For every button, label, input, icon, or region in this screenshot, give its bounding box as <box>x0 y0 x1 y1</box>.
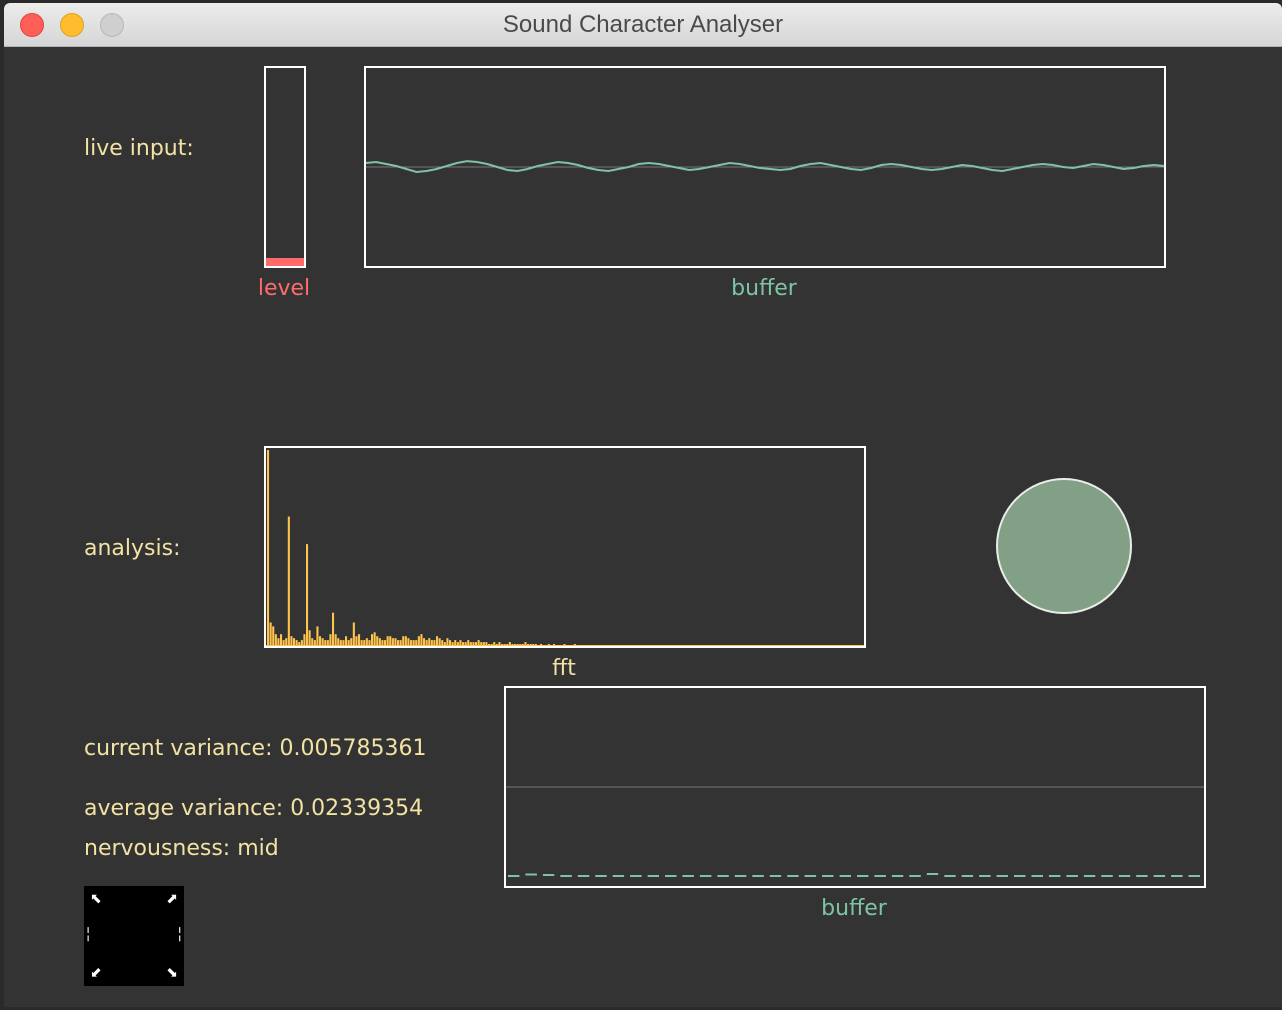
fft-bar <box>272 626 275 646</box>
fft-bar <box>285 638 288 646</box>
nervousness-row: nervousness: mid <box>84 836 279 861</box>
nervousness-value: mid <box>237 836 279 861</box>
fft-bar <box>277 638 280 646</box>
fft-bar <box>417 636 420 646</box>
fft-bar <box>376 636 379 646</box>
level-meter-fill <box>266 258 304 266</box>
level-label: level <box>257 276 311 301</box>
fft-bar <box>311 638 314 646</box>
arrow-e-icon: ╎ <box>175 927 184 943</box>
fft-bar <box>402 636 405 646</box>
app-window: Sound Character Analyser live input: lev… <box>4 3 1282 1007</box>
variance-history-plot <box>506 786 1204 877</box>
fft-bar <box>303 634 306 646</box>
fft-bar <box>358 634 361 646</box>
window-title: Sound Character Analyser <box>502 11 784 38</box>
current-variance-label: current variance: <box>84 736 273 761</box>
fft-bar <box>337 638 340 646</box>
buffer-label: buffer <box>731 276 797 301</box>
fft-bar <box>345 636 348 646</box>
fft-bar <box>371 634 374 646</box>
fft-bar <box>287 516 290 646</box>
level-meter <box>264 66 306 268</box>
fft-bar <box>423 638 426 646</box>
fft-bar <box>306 544 309 646</box>
average-variance-label: average variance: <box>84 796 284 821</box>
average-variance-row: average variance: 0.02339354 <box>84 796 423 821</box>
fft-bar <box>436 636 439 646</box>
fft-bar <box>280 634 283 646</box>
live-input-label: live input: <box>84 136 194 161</box>
nervousness-label: nervousness: <box>84 836 231 861</box>
fft-bar <box>332 612 335 646</box>
fft-spectrum <box>266 450 864 646</box>
fft-bar <box>352 622 355 646</box>
fft-bar <box>319 636 322 646</box>
arrow-se-icon: ⬊ <box>166 965 178 981</box>
fft-bar <box>365 638 368 646</box>
fft-bar <box>420 634 423 646</box>
fft-bar <box>407 638 410 646</box>
fft-label: fft <box>552 656 576 681</box>
buffer-waveform <box>365 160 1165 174</box>
character-indicator-circle <box>996 478 1132 614</box>
history-buffer-label: buffer <box>821 896 887 921</box>
fft-bar <box>355 636 358 646</box>
fft-bar <box>329 634 332 646</box>
fft-bar <box>267 450 270 646</box>
arrow-sw-icon: ⬋ <box>90 965 102 981</box>
fft-bar <box>373 632 376 646</box>
fft-bar <box>391 638 394 646</box>
variance-history-panel <box>504 686 1206 888</box>
fft-bar <box>293 638 296 646</box>
fft-bar <box>428 638 431 646</box>
fft-bar <box>334 634 337 646</box>
current-variance-value: 0.005785361 <box>279 736 427 761</box>
average-variance-value: 0.02339354 <box>290 796 424 821</box>
fft-bar <box>321 638 324 646</box>
current-variance-row: current variance: 0.005785361 <box>84 736 426 761</box>
arrow-ne-icon: ⬈ <box>166 891 178 907</box>
title-bar[interactable]: Sound Character Analyser <box>4 3 1282 47</box>
fft-panel <box>264 446 866 648</box>
analysis-label: analysis: <box>84 536 181 561</box>
fft-bar <box>446 638 449 646</box>
fft-bar <box>386 636 389 646</box>
expand-arrows-icon[interactable]: ⬉ ⬈ ╎ ╎ ⬋ ⬊ <box>84 886 184 986</box>
fft-bar <box>308 630 311 646</box>
fft-bar <box>438 638 441 646</box>
fft-bar <box>316 626 319 646</box>
fft-bar <box>274 634 277 646</box>
arrow-w-icon: ╎ <box>84 927 93 943</box>
fft-bar <box>404 636 407 646</box>
buffer-waveform-panel <box>364 66 1166 268</box>
fft-bar <box>350 638 353 646</box>
fft-bar <box>378 638 381 646</box>
fft-bar <box>290 636 293 646</box>
arrow-nw-icon: ⬉ <box>90 891 102 907</box>
fft-bar <box>389 636 392 646</box>
fft-bar <box>394 638 397 646</box>
fft-bar <box>269 622 272 646</box>
